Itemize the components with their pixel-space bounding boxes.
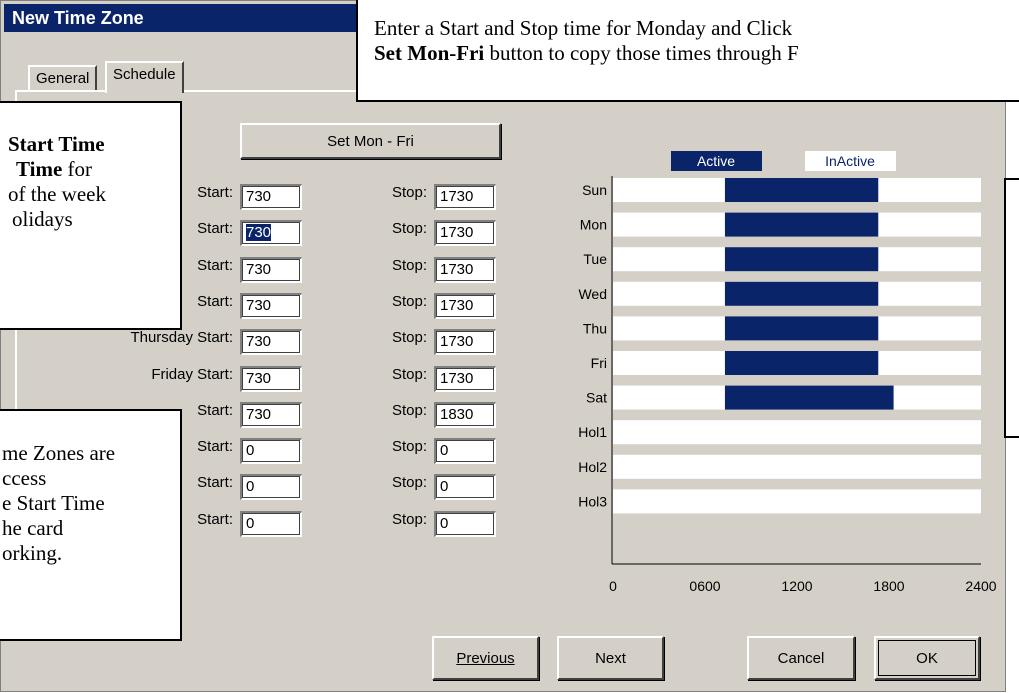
callout-set-mon-fri: Enter a Start and Stop time for Monday a… bbox=[356, 0, 1019, 102]
active-bar bbox=[724, 281, 879, 306]
category-label: Sat bbox=[586, 390, 607, 406]
category-label: Thu bbox=[583, 320, 607, 336]
callout-left1-line3: of the week bbox=[8, 182, 106, 206]
inactive-bar bbox=[613, 420, 981, 445]
legend-active-label: Active bbox=[697, 153, 735, 169]
x-tick-label: 1800 bbox=[873, 578, 904, 594]
previous-label: Previous bbox=[456, 649, 515, 667]
callout-left2-line3: e Start Time bbox=[2, 491, 105, 515]
callout-left1-line1: Start Time bbox=[8, 132, 180, 157]
callout-top-line2: button to copy those times through F bbox=[484, 41, 799, 65]
category-label: Wed bbox=[578, 286, 607, 302]
ok-button[interactable]: OK bbox=[874, 636, 980, 680]
callout-left2-line5: orking. bbox=[2, 541, 63, 565]
category-label: Hol2 bbox=[578, 459, 607, 475]
active-bar bbox=[724, 212, 879, 237]
x-tick-label: 1200 bbox=[781, 578, 812, 594]
callout-left2-line2: ccess bbox=[2, 466, 47, 490]
cancel-label: Cancel bbox=[777, 649, 825, 667]
next-label: Next bbox=[595, 649, 626, 667]
x-tick-label: 2400 bbox=[965, 578, 996, 594]
callout-start-stop: Start Time Time for of the week olidays bbox=[0, 101, 182, 330]
inactive-bar bbox=[613, 454, 981, 479]
active-bar bbox=[724, 351, 879, 375]
callout-left2-line4: he card bbox=[2, 516, 64, 540]
callout-left1-bold2: Time bbox=[16, 157, 63, 181]
category-label: Hol3 bbox=[578, 493, 607, 509]
category-label: Sun bbox=[582, 182, 607, 198]
previous-button[interactable]: Previous bbox=[432, 636, 539, 680]
x-tick-label: 0 bbox=[609, 578, 617, 594]
cancel-button[interactable]: Cancel bbox=[747, 636, 855, 680]
callout-top-line1: Enter a Start and Stop time for Monday a… bbox=[374, 16, 793, 40]
callout-left1-line4: olidays bbox=[12, 207, 73, 231]
active-bar bbox=[724, 316, 879, 341]
callout-right-edge bbox=[1004, 178, 1019, 438]
active-bar bbox=[724, 385, 894, 410]
callout-left1-text1: for bbox=[62, 157, 93, 181]
category-label: Tue bbox=[583, 251, 607, 267]
x-tick-label: 0600 bbox=[689, 578, 720, 594]
callout-left1-line2: Time for bbox=[8, 157, 180, 182]
next-button[interactable]: Next bbox=[557, 636, 664, 680]
legend-inactive-label: InActive bbox=[825, 153, 875, 169]
callout-left1-bold1: Start Time bbox=[8, 132, 105, 156]
callout-time-zones: me Zones are ccess e Start Time he card … bbox=[0, 409, 182, 641]
inactive-bar bbox=[613, 489, 981, 514]
category-label: Fri bbox=[591, 355, 607, 371]
callout-left2-line1: me Zones are bbox=[2, 441, 116, 465]
active-bar bbox=[724, 247, 879, 272]
category-label: Hol1 bbox=[578, 424, 607, 440]
callout-top-line2-wrap: Set Mon-Fri button to copy those times t… bbox=[374, 41, 1019, 66]
ok-label: OK bbox=[916, 649, 938, 667]
tab-schedule[interactable]: Schedule bbox=[105, 61, 184, 93]
callout-top-bold: Set Mon-Fri bbox=[374, 41, 485, 65]
category-label: Mon bbox=[580, 217, 607, 233]
active-bar bbox=[724, 178, 879, 202]
